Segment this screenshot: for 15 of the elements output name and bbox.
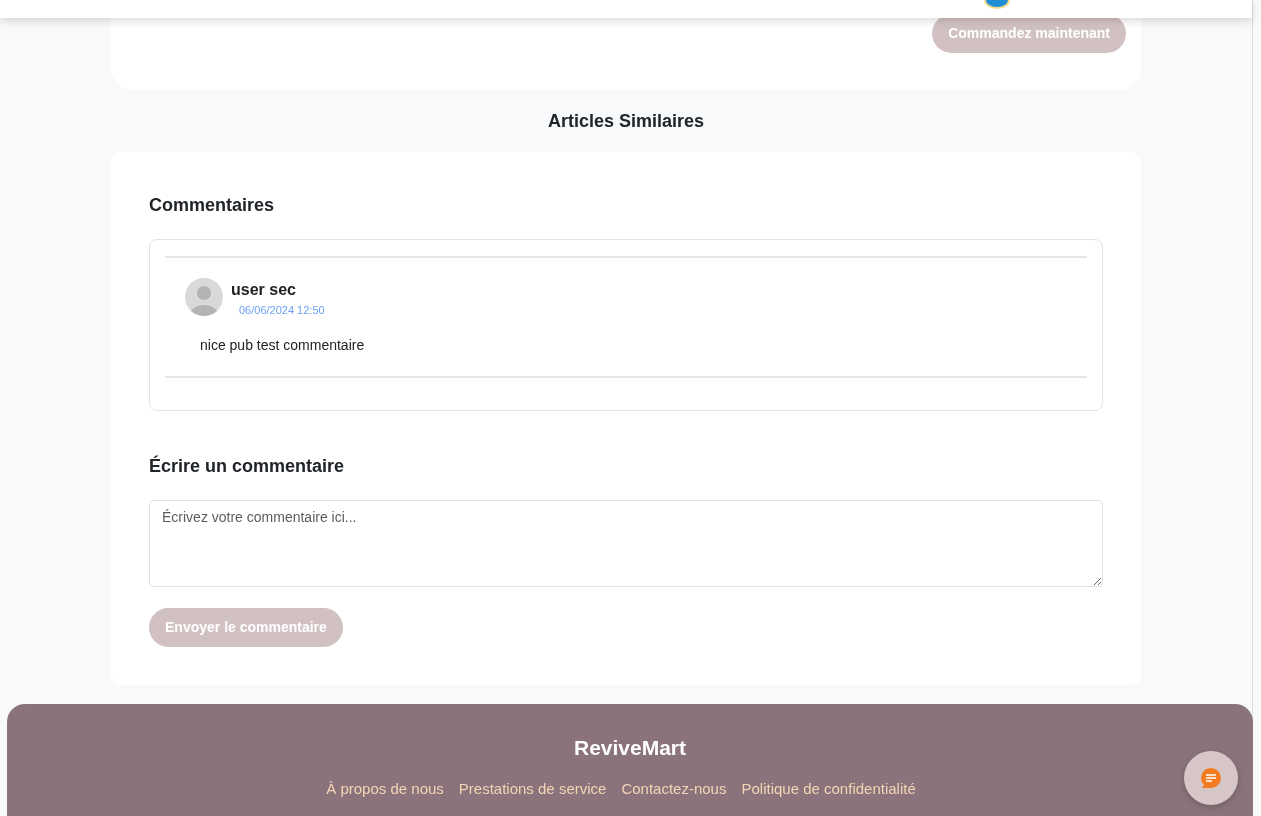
footer-link[interactable]: Politique de confidentialité (741, 777, 916, 800)
comment-text: nice pub test commentaire (200, 335, 366, 355)
brand-name: ReviveMart (573, 735, 687, 761)
footer-link[interactable]: Contactez-nous (621, 777, 727, 800)
comment-date: 06/06/2024 12:50 (239, 303, 325, 318)
section-title: Articles Similaires (546, 110, 706, 133)
comment-author: user sec (231, 280, 297, 300)
section-title: Écrire un commentaire (149, 454, 346, 478)
avatar-icon (185, 278, 223, 316)
section-title: Commentaires (149, 194, 276, 217)
logo-icon (984, 0, 1010, 9)
chat-icon (1200, 767, 1222, 789)
comment-field[interactable]: Écrivez votre commentaire ici... (149, 499, 1103, 587)
footer-link[interactable]: Prestations de service (458, 777, 607, 800)
footer-link[interactable]: À propos de nous (326, 777, 444, 800)
